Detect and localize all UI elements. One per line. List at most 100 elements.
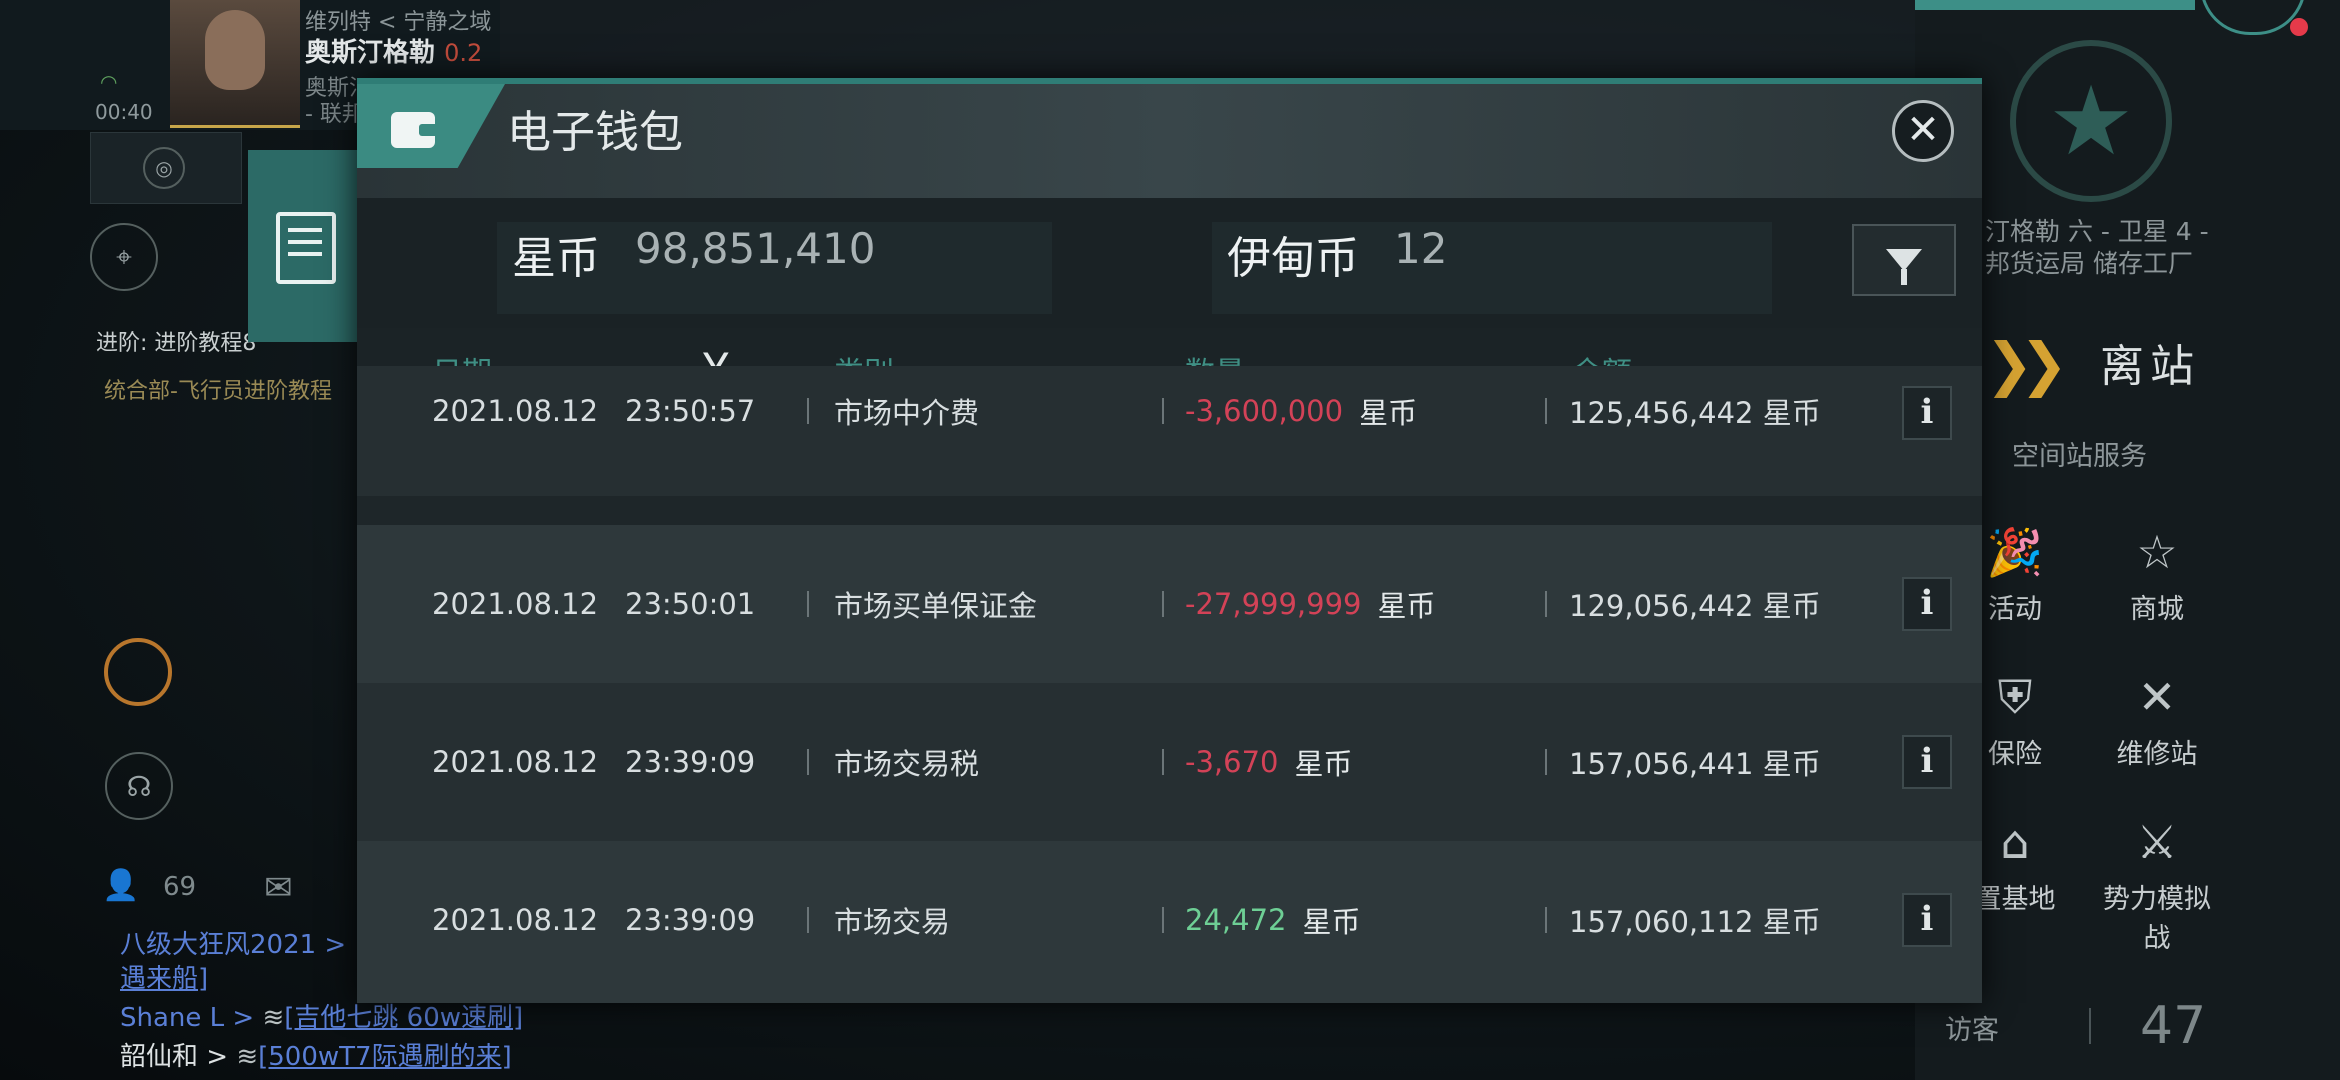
visitor-label: 访客: [1945, 1015, 1999, 1046]
amount-value: -3,600,000: [1185, 394, 1344, 428]
service-faction-war[interactable]: ⚔ 势力模拟战: [2092, 815, 2222, 955]
chat-link[interactable]: [500wT7际遇刷的来]: [258, 1042, 512, 1072]
accent-bar: [1915, 0, 2195, 10]
divider: [2089, 1008, 2091, 1044]
row-balance: 157,060,112 星币: [1569, 905, 1821, 939]
hud-button[interactable]: ◎: [90, 132, 242, 204]
chat-line[interactable]: 八级大狂风2021 >: [120, 924, 346, 961]
document-icon: [276, 212, 336, 284]
notification-dot: [2290, 18, 2308, 36]
pilot-face: [205, 10, 265, 90]
row-balance: 157,056,441 星币: [1569, 747, 1821, 781]
divider: [807, 398, 809, 424]
amount-unit: 星币: [1302, 905, 1361, 939]
row-category: 市场交易: [834, 905, 951, 939]
chat-line[interactable]: 韶仙和 > ≋[500wT7际遇刷的来]: [120, 1036, 512, 1073]
row-time: 23:39:09: [625, 745, 756, 779]
eden-coin-value: 12: [1394, 224, 1448, 273]
visitor-count: 47: [2140, 996, 2207, 1056]
quest-title[interactable]: 进阶: 进阶教程8: [96, 325, 256, 357]
table-row: 2021.08.12 23:39:09 市场交易税 -3,670 星币 157,0…: [357, 683, 1982, 841]
chat-link[interactable]: [吉他七跳 60w速刷]: [284, 1003, 523, 1033]
wifi-icon: ◠: [100, 70, 118, 94]
pilot-portrait[interactable]: [170, 0, 300, 128]
headset-icon[interactable]: ☊: [105, 752, 173, 820]
row-balance: 125,456,442 星币: [1569, 396, 1821, 430]
repair-tools-icon: ✕: [2137, 670, 2177, 724]
station-location-line1: 汀格勒 六 - 卫星 4 -: [1985, 217, 2209, 246]
divider: [1162, 907, 1164, 933]
close-button[interactable]: ✕: [1892, 100, 1954, 162]
divider: [1545, 749, 1547, 775]
service-store[interactable]: ☆ 商城: [2092, 525, 2222, 626]
filter-button[interactable]: [1852, 224, 1956, 296]
channel-icon: ≋: [262, 1003, 285, 1033]
info-button[interactable]: i: [1902, 386, 1952, 440]
table-row: 2021.08.12 23:50:57 市场中介费 -3,600,000 星币 1…: [357, 366, 1982, 496]
row-amount: -3,670 星币: [1185, 683, 1353, 841]
mail-icon[interactable]: ✉: [264, 868, 293, 908]
row-category: 市场买单保证金: [834, 589, 1038, 623]
info-button[interactable]: i: [1902, 893, 1952, 947]
row-amount: -27,999,999 星币: [1185, 525, 1436, 683]
star-coin-value: 98,851,410: [635, 224, 876, 273]
journal-button[interactable]: [248, 150, 360, 342]
row-balance: 129,056,442 星币: [1569, 589, 1821, 623]
service-repair[interactable]: ✕ 维修站: [2092, 670, 2222, 771]
chat-sender: 八级大狂风2021 >: [120, 930, 347, 960]
divider: [1545, 907, 1547, 933]
online-count: 69: [163, 872, 197, 902]
service-label: 商城: [2130, 594, 2184, 625]
balance-bar: 星币 98,851,410 伊甸币 12: [357, 198, 1982, 328]
service-label: 维修站: [2116, 739, 2198, 770]
online-users-icon: 👤: [102, 868, 140, 903]
chat-sender: 韶仙和 >: [120, 1042, 229, 1072]
undock-arrows-icon[interactable]: ❯❯: [1985, 330, 2068, 398]
chat-link[interactable]: 遇来船]: [120, 964, 208, 994]
service-label: 势力模拟战: [2103, 884, 2211, 954]
quest-subtitle[interactable]: 统合部-飞行员进阶教程: [104, 373, 332, 405]
divider: [1162, 749, 1164, 775]
dialog-title: 电子钱包: [507, 107, 683, 158]
row-date: 2021.08.12: [432, 745, 599, 779]
station-icon: ◎: [143, 147, 185, 189]
amount-unit: 星币: [1294, 747, 1353, 781]
row-time: 23:39:09: [625, 903, 756, 937]
divider: [1162, 591, 1164, 617]
divider: [807, 749, 809, 775]
info-button[interactable]: i: [1902, 577, 1952, 631]
row-date: 2021.08.12: [432, 903, 599, 937]
row-category: 市场中介费: [834, 396, 980, 430]
info-button[interactable]: i: [1902, 735, 1952, 789]
row-date: 2021.08.12: [432, 394, 599, 428]
divider: [1545, 398, 1547, 424]
chat-line[interactable]: 遇来船]: [120, 958, 208, 995]
system-name-text: 奥斯汀格勒: [305, 38, 436, 68]
amount-unit: 星币: [1359, 396, 1418, 430]
store-star-icon: ☆: [2136, 525, 2178, 579]
table-row: 2021.08.12 23:50:01 市场买单保证金 -27,999,999 星…: [357, 525, 1982, 683]
row-amount: 24,472 星币: [1185, 841, 1361, 999]
station-services-title: 空间站服务: [2012, 441, 2147, 472]
amount-value: 24,472: [1185, 903, 1287, 937]
divider: [807, 907, 809, 933]
divider: [807, 591, 809, 617]
row-time: 23:50:01: [625, 587, 756, 621]
star-coin-label: 星币: [512, 233, 600, 284]
chat-sender: Shane L >: [120, 1003, 255, 1033]
amount-unit: 星币: [1377, 589, 1436, 623]
pilot-system-name: 奥斯汀格勒 0.2: [305, 32, 482, 69]
channel-icon: ≋: [236, 1042, 259, 1072]
divider: [1162, 398, 1164, 424]
undock-button[interactable]: 离站: [2100, 330, 2200, 394]
target-ring-icon[interactable]: [104, 638, 172, 706]
amount-value: -3,670: [1185, 745, 1279, 779]
location-pin-icon[interactable]: ⌖: [90, 223, 158, 291]
row-date: 2021.08.12: [432, 587, 599, 621]
row-category: 市场交易税: [834, 747, 980, 781]
row-amount: -3,600,000 星币: [1185, 366, 1417, 456]
faction-star-icon: ★: [2010, 40, 2172, 202]
wallet-dialog: 电子钱包 ✕ 星币 98,851,410 伊甸币 12 日期 v 类别 数量 余…: [357, 78, 1982, 1003]
clock-text: 00:40: [95, 100, 153, 124]
security-status: 0.2: [444, 39, 483, 67]
